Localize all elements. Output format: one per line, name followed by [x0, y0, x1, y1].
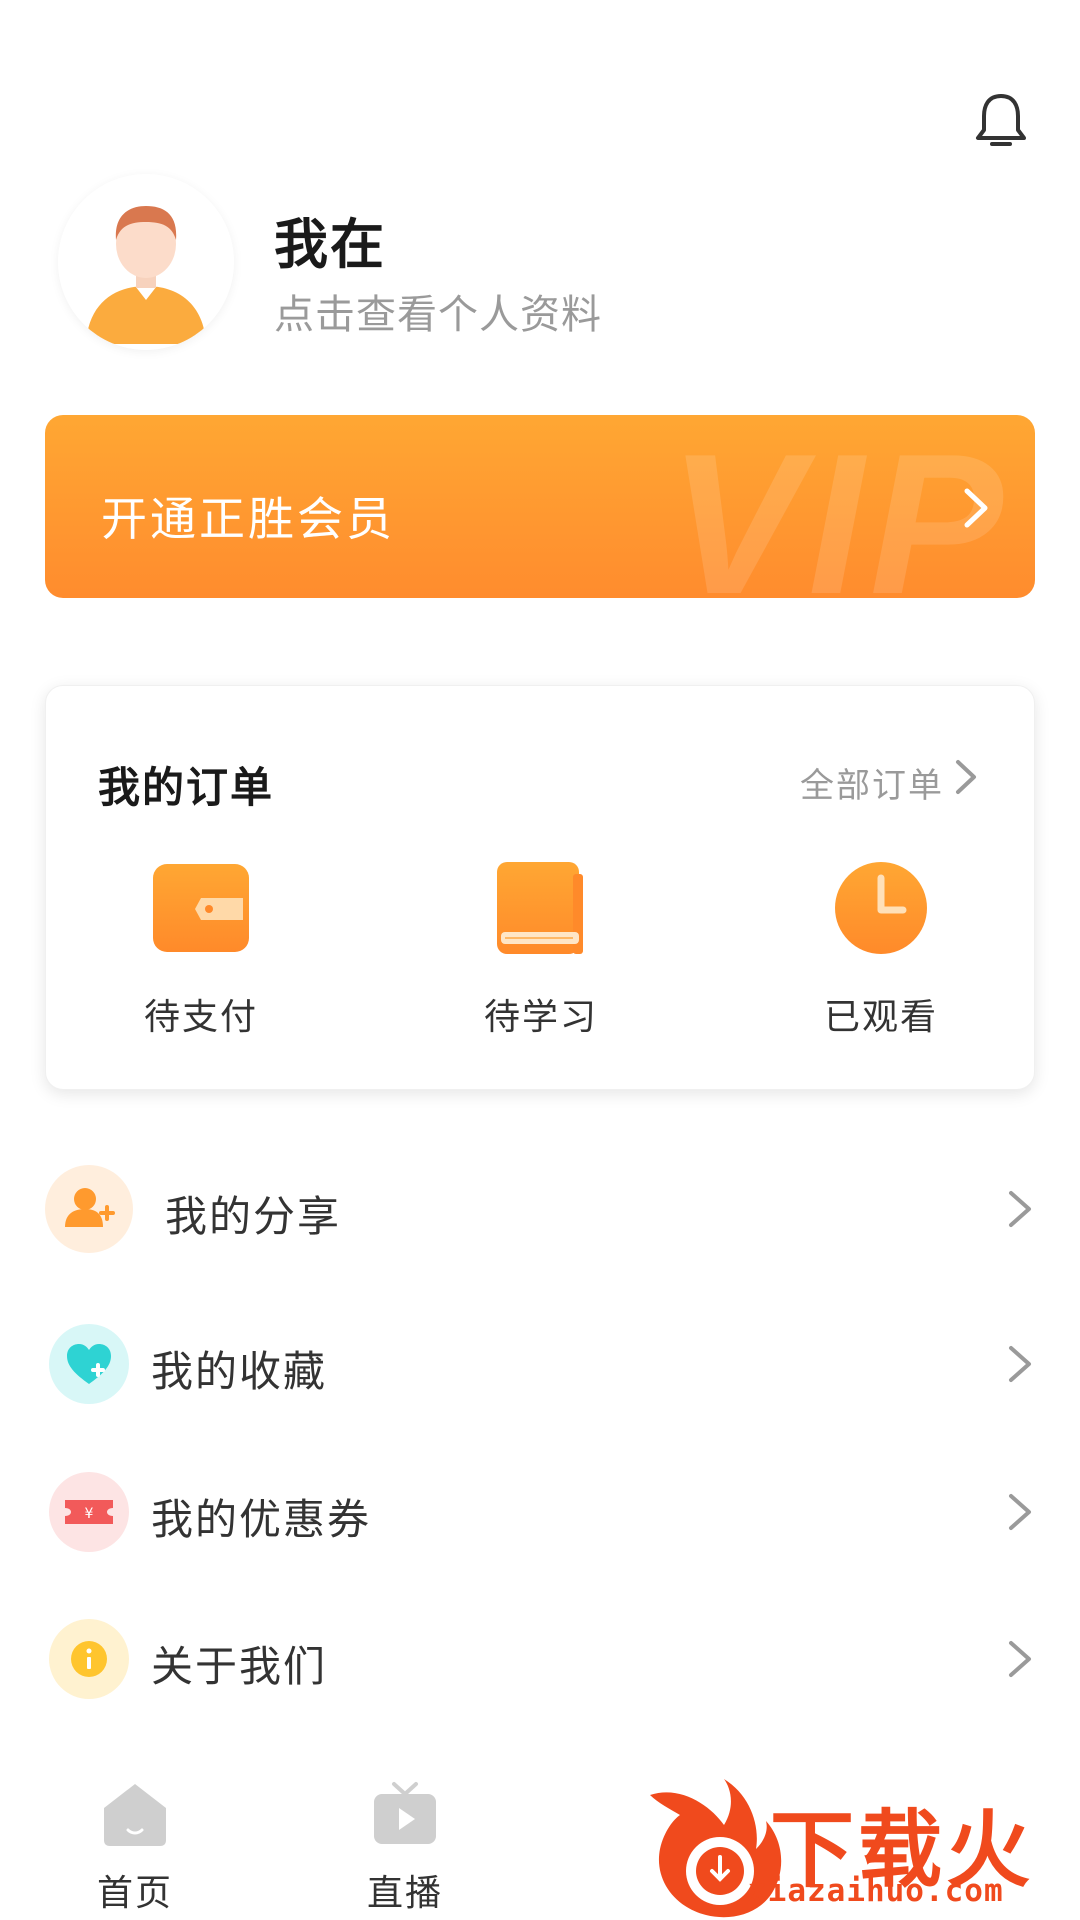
- vip-banner-label: 开通正胜会员: [101, 492, 395, 546]
- view-profile-link[interactable]: 点击查看个人资料: [274, 282, 602, 340]
- tab-home[interactable]: 首页: [45, 1778, 225, 1918]
- username: 我在: [274, 213, 386, 276]
- all-orders-link[interactable]: 全部订单: [800, 758, 944, 807]
- chevron-right-icon: [1009, 1346, 1031, 1382]
- chevron-right-icon: [1009, 1494, 1031, 1530]
- clock-icon: [835, 862, 927, 954]
- chevron-right-icon: [1009, 1191, 1031, 1227]
- tab-live[interactable]: 直播: [315, 1778, 495, 1918]
- site-watermark-logo: 下载火 xiazaihuo.com: [640, 1775, 1080, 1920]
- order-watched[interactable]: 已观看: [771, 856, 991, 1038]
- menu-item-my-shares[interactable]: 我的分享: [45, 1155, 1035, 1265]
- order-item-label: 已观看: [823, 997, 938, 1038]
- menu-item-my-favorites[interactable]: 我的收藏: [45, 1310, 1035, 1420]
- orders-card: 我的订单 全部订单 待支付 待学习 已观看: [45, 685, 1035, 1090]
- avatar[interactable]: [58, 174, 234, 350]
- orders-title: 我的订单: [98, 763, 275, 812]
- menu-item-label: 我的优惠券: [151, 1495, 372, 1544]
- menu-item-label: 我的收藏: [151, 1347, 328, 1396]
- bell-icon[interactable]: [966, 84, 1036, 154]
- profile-header[interactable]: 我在 点击查看个人资料: [44, 172, 1044, 362]
- chevron-right-icon: [964, 488, 988, 528]
- live-tv-icon: [374, 1782, 436, 1844]
- order-item-label: 待学习: [483, 997, 598, 1038]
- menu-item-about-us[interactable]: 关于我们: [45, 1605, 1035, 1715]
- tab-label: 直播: [366, 1873, 443, 1914]
- order-pending-payment[interactable]: 待支付: [91, 856, 311, 1038]
- menu-item-my-coupons[interactable]: ¥ 我的优惠券: [45, 1458, 1035, 1568]
- book-icon: [497, 862, 583, 954]
- chevron-right-icon: [1009, 1641, 1031, 1677]
- favorite-heart-icon: [45, 1320, 133, 1408]
- home-icon: [104, 1784, 166, 1846]
- menu-item-label: 我的分享: [165, 1192, 342, 1241]
- tab-label: 首页: [96, 1873, 173, 1914]
- watermark-url: xiazaihuo.com: [748, 1873, 1004, 1909]
- info-icon: [45, 1615, 133, 1703]
- order-item-label: 待支付: [143, 997, 258, 1038]
- share-user-icon: [45, 1165, 133, 1253]
- chevron-right-icon[interactable]: [952, 756, 980, 798]
- menu-item-label: 关于我们: [151, 1642, 328, 1691]
- wallet-icon: [153, 864, 249, 952]
- coupon-icon: ¥: [45, 1468, 133, 1556]
- svg-text:¥: ¥: [85, 1506, 94, 1522]
- order-to-study[interactable]: 待学习: [431, 856, 651, 1038]
- vip-membership-banner[interactable]: VIP 开通正胜会员: [45, 415, 1035, 598]
